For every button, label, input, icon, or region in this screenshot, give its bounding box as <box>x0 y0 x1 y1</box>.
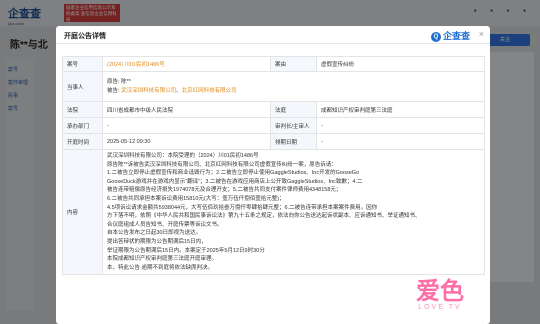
content-line: 原告陈**诉被告武汉深圳科技有限公司、北京红网科技有限公司虚假宣传纠纷一案，原告… <box>107 161 337 168</box>
content-line: 武汉深圳科技有限公司：本院受理的（2024）川01民初1486号 <box>107 153 259 159</box>
cause-label: 案由 <box>270 56 317 72</box>
watermark-logo: 爱色 LOVE TV <box>400 278 480 318</box>
plaintiff-line: 原告: 陈** <box>107 78 480 87</box>
brand-logo-icon: Q <box>430 32 441 42</box>
schedule-value: - <box>316 133 485 150</box>
table-row: 内容 武汉深圳科技有限公司：本院受理的（2024）川01民初1486号 原告陈*… <box>62 148 485 276</box>
hearing-notice-modal: 开庭公告详情 Q 企查查 × 案号 (2024) 川01民初1486号 案由 虚假… <box>56 26 490 324</box>
content-line: 合议庭组成人员告知书、开庭传票等诉讼文书。 <box>107 221 223 228</box>
party-value: 原告: 陈** 被告: 武汉深圳科技有限公司、北京红网科技有限公司 <box>102 71 485 102</box>
table-row: 案号 (2024) 川01民初1486号 案由 虚假宣传纠纷 <box>62 56 485 72</box>
content-label: 内容 <box>62 148 103 276</box>
modal-brand-logo: Q 企查查 <box>430 29 470 42</box>
content-line: 自本公告发布之日起30日即视为送达。 <box>107 230 202 237</box>
plaintiff-name: 陈** <box>121 78 131 85</box>
modal-header: 开庭公告详情 Q 企查查 × <box>56 26 490 44</box>
content-line: GooseDuck游戏并在游戏内显示“翻译”；3.二被告在游戏应用商店上公开致G… <box>107 178 363 185</box>
content-value: 武汉深圳科技有限公司：本院受理的（2024）川01民初1486号 原告陈**诉被… <box>102 148 485 276</box>
content-line: 本，特此公告 逾期不到庭将依法缺席判决。 <box>107 264 214 271</box>
content-line: 1.二被告立即停止虚假宣传和商业诋毁行为；2.二被告立即停止使用GaggleSt… <box>107 170 360 177</box>
defendant-link-1[interactable]: 武汉深圳科技有限公司 <box>121 88 176 94</box>
cause-value: 虚假宣传纠纷 <box>316 56 485 72</box>
schedule-label: 排期日期 <box>270 133 317 150</box>
content-line: 6.二被告共同承担本案诉讼费用15810元(大写：壹万伍仟捌佰壹拾元整)； <box>107 195 285 202</box>
watermark-sub-text: LOVE TV <box>418 304 462 311</box>
content-line: 被告连带赔偿原告经济损失1974078元及合理开支；5.二被告共同支付案件律师费… <box>107 187 342 194</box>
content-line: 4.5项诉讼请求金额共5938044元，大写伍佰玖拾叁万捌仟零肆拾肆元整；6.二… <box>107 204 378 211</box>
judge-label: 审判长/主审人 <box>270 117 317 134</box>
defendant-link-2[interactable]: 北京红网科技有限公司 <box>182 88 237 94</box>
judge-value: - <box>316 117 485 134</box>
table-row: 承办部门 - 审判长/主审人 - <box>62 117 485 134</box>
court-value: 四川省成都市中级人民法院 <box>102 101 271 118</box>
table-row: 法院 四川省成都市中级人民法院 法庭 成都知识产权审判庭第三法庭 <box>62 101 485 118</box>
chief-label: 承办部门 <box>62 117 103 134</box>
watermark-main-text: 爱色 <box>416 277 464 305</box>
plaintiff-prefix: 原告: <box>107 78 120 85</box>
content-line: 提出答辩状的期限为公告期满后15日内， <box>107 238 207 245</box>
content-line: 本院成都知识产权审判庭第三法庭开庭审理。 <box>107 256 218 263</box>
defendant-prefix: 被告: <box>107 87 120 94</box>
party-label: 当事人 <box>62 71 103 102</box>
date-value: 2025-05-12 09:30 <box>102 133 271 150</box>
table-row: 开庭时间 2025-05-12 09:30 排期日期 - <box>62 133 485 150</box>
date-label: 开庭时间 <box>62 133 103 150</box>
content-line: 方下落不明，依照《中华人民共和国民事诉讼法》第九十五条之规定，依法向你公告送达起… <box>107 213 421 220</box>
case-no-label: 案号 <box>62 56 103 72</box>
case-no-text[interactable]: (2024) 川01民初1486号 <box>107 62 165 68</box>
defendant-line: 被告: 武汉深圳科技有限公司、北京红网科技有限公司 <box>107 87 480 96</box>
chief-value: - <box>102 117 271 134</box>
detail-table: 案号 (2024) 川01民初1486号 案由 虚假宣传纠纷 当事人 原告: 陈… <box>62 56 485 276</box>
close-icon[interactable]: × <box>479 29 484 39</box>
content-line: 举证期限为公告期满后15日内。本案定于2025年5月12日9时30分 <box>107 247 265 254</box>
tribunal-value: 成都知识产权审判庭第三法庭 <box>316 101 485 118</box>
modal-title: 开庭公告详情 <box>64 33 106 40</box>
case-no-value: (2024) 川01民初1486号 <box>102 56 271 72</box>
modal-brand-text: 企查查 <box>442 31 470 41</box>
court-label: 法院 <box>62 101 103 118</box>
table-row: 当事人 原告: 陈** 被告: 武汉深圳科技有限公司、北京红网科技有限公司 <box>62 71 485 102</box>
tribunal-label: 法庭 <box>270 101 317 118</box>
